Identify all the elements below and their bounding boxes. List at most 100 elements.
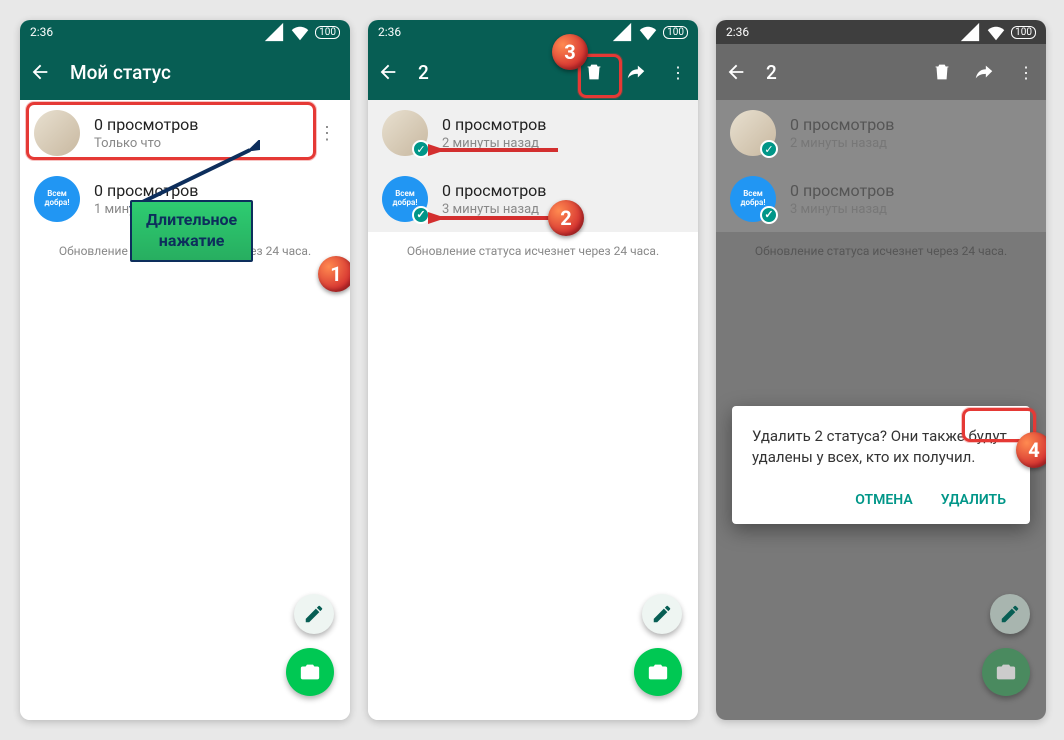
camera-fab[interactable]: [634, 648, 682, 696]
back-button[interactable]: [376, 60, 400, 84]
pencil-fab[interactable]: [990, 594, 1030, 634]
status-bar: 2:36 100: [716, 20, 1046, 44]
content-area: ✓ 0 просмотров 2 минуты назад Всем добра…: [716, 100, 1046, 720]
back-button[interactable]: [724, 60, 748, 84]
arrow-left-icon: [29, 61, 51, 83]
status-icons: 100: [959, 21, 1036, 43]
selection-count: 2: [418, 61, 564, 84]
share-button[interactable]: [972, 60, 996, 84]
phone-screen-3: 2:36 100 2 ⋮ ✓ 0 просмотров 2 минуты наз…: [716, 20, 1046, 720]
wifi-icon: [637, 21, 659, 43]
status-text: 0 просмотров 1 минуту назад: [94, 181, 198, 217]
trash-icon: [931, 61, 953, 83]
more-icon[interactable]: ⋮: [318, 123, 336, 144]
camera-fab[interactable]: [286, 648, 334, 696]
app-bar-selection: 2 ⋮: [368, 44, 698, 100]
pencil-icon: [999, 603, 1021, 625]
arrow-left-icon: [377, 61, 399, 83]
footnote-text: Обновление статуса исчезнет через 24 час…: [368, 232, 698, 270]
views-count: 0 просмотров: [94, 181, 198, 200]
pencil-fab[interactable]: [642, 594, 682, 634]
status-bar: 2:36 100: [20, 20, 350, 44]
timestamp: Только что: [94, 136, 198, 151]
pencil-fab[interactable]: [294, 594, 334, 634]
pencil-icon: [303, 603, 325, 625]
selection-count: 2: [766, 61, 912, 84]
timestamp: 3 минуты назад: [790, 202, 894, 217]
status-text: 0 просмотров 2 минуты назад: [442, 115, 546, 151]
trash-icon: [583, 61, 605, 83]
wifi-icon: [289, 21, 311, 43]
pencil-icon: [651, 603, 673, 625]
status-row[interactable]: ✓ 0 просмотров 2 минуты назад: [368, 100, 698, 166]
cancel-button[interactable]: ОТМЕНА: [851, 486, 916, 514]
app-bar: Мой статус: [20, 44, 350, 100]
app-bar-selection: 2 ⋮: [716, 44, 1046, 100]
delete-button[interactable]: [582, 60, 606, 84]
views-count: 0 просмотров: [94, 115, 198, 134]
share-button[interactable]: [624, 60, 648, 84]
delete-dialog: Удалить 2 статуса? Они также будут удале…: [732, 406, 1030, 524]
timestamp: 2 минуты назад: [790, 136, 894, 151]
camera-fab[interactable]: [982, 648, 1030, 696]
check-icon: ✓: [760, 140, 778, 158]
check-icon: ✓: [412, 140, 430, 158]
signal-icon: [611, 21, 633, 43]
avatar: Всем добра! ✓: [382, 176, 428, 222]
confirm-delete-button[interactable]: УДАЛИТЬ: [937, 486, 1010, 514]
status-row[interactable]: Всем добра! ✓ 0 просмотров 3 минуты наза…: [368, 166, 698, 232]
status-text: 0 просмотров 2 минуты назад: [790, 115, 894, 151]
battery-icon: 100: [663, 26, 688, 39]
views-count: 0 просмотров: [442, 115, 546, 134]
clock-text: 2:36: [378, 25, 401, 39]
check-icon: ✓: [412, 206, 430, 224]
share-icon: [973, 61, 995, 83]
phone-screen-2: 2:36 100 2 ⋮ ✓ 0 просмотров 2 минуты наз…: [368, 20, 698, 720]
timestamp: 1 минуту назад: [94, 202, 198, 217]
delete-button[interactable]: [930, 60, 954, 84]
battery-icon: 100: [315, 26, 340, 39]
avatar: ✓: [382, 110, 428, 156]
footnote-text: Обновление статуса исчезнет через 24 час…: [20, 232, 350, 270]
status-text: 0 просмотров Только что: [94, 115, 198, 151]
avatar: [34, 110, 80, 156]
content-area: ✓ 0 просмотров 2 минуты назад Всем добра…: [368, 100, 698, 720]
signal-icon: [263, 21, 285, 43]
camera-icon: [299, 661, 321, 683]
signal-icon: [959, 21, 981, 43]
timestamp: 3 минуты назад: [442, 202, 546, 217]
camera-icon: [995, 661, 1017, 683]
status-row[interactable]: ✓ 0 просмотров 2 минуты назад: [716, 100, 1046, 166]
clock-text: 2:36: [30, 25, 53, 39]
check-icon: ✓: [760, 206, 778, 224]
status-icons: 100: [611, 21, 688, 43]
status-icons: 100: [263, 21, 340, 43]
avatar: Всем добра! ✓: [730, 176, 776, 222]
more-button[interactable]: ⋮: [1014, 60, 1038, 84]
back-button[interactable]: [28, 60, 52, 84]
more-button[interactable]: ⋮: [666, 60, 690, 84]
camera-icon: [647, 661, 669, 683]
share-icon: [625, 61, 647, 83]
battery-icon: 100: [1011, 26, 1036, 39]
dialog-message: Удалить 2 статуса? Они также будут удале…: [752, 426, 1010, 468]
arrow-left-icon: [725, 61, 747, 83]
clock-text: 2:36: [726, 25, 749, 39]
views-count: 0 просмотров: [790, 181, 894, 200]
page-title: Мой статус: [70, 61, 342, 84]
footnote-text: Обновление статуса исчезнет через 24 час…: [716, 232, 1046, 270]
status-text: 0 просмотров 3 минуты назад: [442, 181, 546, 217]
avatar: ✓: [730, 110, 776, 156]
views-count: 0 просмотров: [790, 115, 894, 134]
content-area: 0 просмотров Только что ⋮ Всем добра! 0 …: [20, 100, 350, 720]
phone-screen-1: 2:36 100 Мой статус 0 просмотров Только …: [20, 20, 350, 720]
timestamp: 2 минуты назад: [442, 136, 546, 151]
views-count: 0 просмотров: [442, 181, 546, 200]
status-text: 0 просмотров 3 минуты назад: [790, 181, 894, 217]
status-row[interactable]: 0 просмотров Только что ⋮: [20, 100, 350, 166]
status-bar: 2:36 100: [368, 20, 698, 44]
wifi-icon: [985, 21, 1007, 43]
status-row[interactable]: Всем добра! ✓ 0 просмотров 3 минуты наза…: [716, 166, 1046, 232]
status-row[interactable]: Всем добра! 0 просмотров 1 минуту назад: [20, 166, 350, 232]
avatar: Всем добра!: [34, 176, 80, 222]
